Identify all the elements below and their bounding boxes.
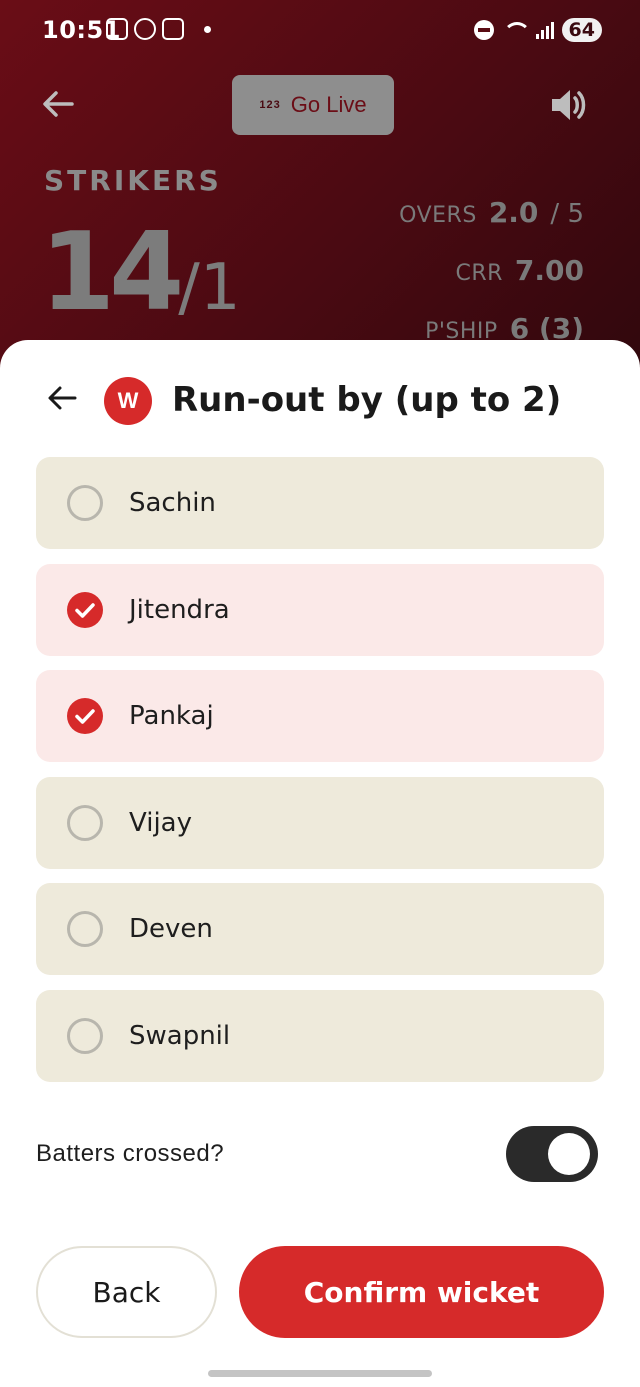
- player-option-swapnil[interactable]: Swapnil: [36, 989, 604, 1082]
- wicket-badge: W: [104, 377, 152, 425]
- checkmark-icon[interactable]: [67, 591, 103, 628]
- player-name: Swapnil: [129, 1020, 231, 1051]
- overs-total: / 5: [550, 199, 584, 229]
- score: 14/1: [40, 210, 241, 335]
- battery-indicator: 64: [561, 18, 602, 42]
- screenshot-icon: [106, 18, 128, 40]
- player-option-pankaj[interactable]: Pankaj: [36, 670, 604, 763]
- player-list: Sachin Jitendra Pankaj Vijay Deven Swapn…: [36, 457, 604, 1097]
- status-bar: 10:51 64: [0, 0, 640, 64]
- run-out-sheet: W Run-out by (up to 2) Sachin Jitendra P…: [0, 340, 640, 1387]
- overs-label: OVERS: [399, 203, 477, 228]
- wifi-icon: [502, 20, 531, 40]
- player-option-deven[interactable]: Deven: [36, 883, 604, 976]
- signal-icon: [535, 21, 554, 39]
- back-arrow-icon[interactable]: [38, 84, 78, 124]
- status-icons-right: 64: [473, 18, 602, 42]
- crr-value: 7.00: [514, 254, 584, 287]
- player-name: Vijay: [129, 807, 192, 838]
- go-live-badge: 123: [259, 99, 281, 111]
- radio-unchecked-icon[interactable]: [67, 804, 103, 841]
- player-name: Sachin: [129, 488, 216, 518]
- team-name: STRIKERS: [44, 164, 222, 197]
- radio-unchecked-icon[interactable]: [67, 911, 103, 948]
- overs-stat: OVERS 2.0 / 5: [399, 196, 584, 229]
- sheet-header: W Run-out by (up to 2): [0, 340, 640, 458]
- status-icons-left: [106, 18, 211, 40]
- player-option-sachin[interactable]: Sachin: [36, 457, 604, 549]
- batters-crossed-row: Batters crossed?: [36, 1126, 604, 1182]
- crr-label: CRR: [455, 261, 503, 286]
- instagram-icon: [162, 18, 184, 40]
- player-name: Pankaj: [129, 701, 214, 732]
- checkmark-icon[interactable]: [67, 698, 103, 735]
- batters-crossed-toggle[interactable]: [506, 1126, 598, 1182]
- player-option-vijay[interactable]: Vijay: [36, 776, 604, 869]
- score-runs: 14: [40, 210, 184, 335]
- toggle-knob: [548, 1133, 590, 1175]
- sheet-title: Run-out by (up to 2): [172, 380, 562, 420]
- go-live-label: Go Live: [290, 92, 367, 117]
- confirm-wicket-button[interactable]: Confirm wicket: [239, 1246, 604, 1338]
- speaker-icon[interactable]: [548, 84, 590, 126]
- notification-dot-icon: [204, 25, 211, 33]
- back-button[interactable]: Back: [36, 1246, 217, 1338]
- player-name: Deven: [129, 914, 213, 945]
- pinwheel-icon: [134, 18, 156, 40]
- go-live-button[interactable]: 123 Go Live: [232, 75, 394, 135]
- home-indicator[interactable]: [208, 1370, 432, 1377]
- player-name: Jitendra: [129, 594, 230, 625]
- crr-stat: CRR 7.00: [455, 254, 584, 287]
- sheet-back-arrow-icon[interactable]: [44, 380, 80, 416]
- batters-crossed-label: Batters crossed?: [36, 1140, 225, 1167]
- score-wickets: /1: [178, 251, 241, 325]
- radio-unchecked-icon[interactable]: [67, 1017, 103, 1054]
- dnd-icon: [473, 20, 494, 40]
- radio-unchecked-icon[interactable]: [67, 485, 103, 521]
- overs-value: 2.0: [488, 196, 539, 229]
- player-option-jitendra[interactable]: Jitendra: [36, 563, 604, 656]
